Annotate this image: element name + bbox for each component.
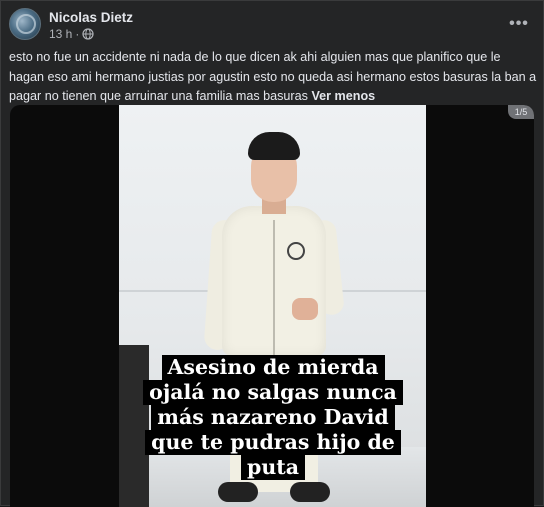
meta-separator: · [75,27,80,41]
caption-line: más nazareno David [151,405,395,430]
author-name[interactable]: Nicolas Dietz [49,10,133,25]
post-body: esto no fue un accidente ni nada de lo q… [9,50,537,103]
post-media[interactable]: Asesino de mierda ojalá no salgas nunca … [10,105,534,507]
caption-line: ojalá no salgas nunca [143,380,403,405]
more-icon: ••• [509,15,529,32]
post-text: esto no fue un accidente ni nada de lo q… [9,48,537,107]
avatar[interactable] [9,8,41,40]
facebook-post: Nicolas Dietz 13 h · ••• esto no fue un … [0,0,544,507]
see-less-link[interactable]: Ver menos [311,89,375,103]
post-time[interactable]: 13 h [49,27,72,41]
caption-line: Asesino de mierda [161,355,385,380]
more-options-button[interactable]: ••• [507,12,531,36]
photo-caption: Asesino de mierda ojalá no salgas nunca … [129,355,417,480]
caption-line: puta [241,455,305,480]
photo-counter[interactable]: 1/5 [508,105,534,119]
caption-line: que te pudras hijo de [145,430,401,455]
globe-icon [82,28,94,40]
post-meta: 13 h · [49,27,94,41]
post-header: Nicolas Dietz 13 h · ••• [9,8,537,44]
